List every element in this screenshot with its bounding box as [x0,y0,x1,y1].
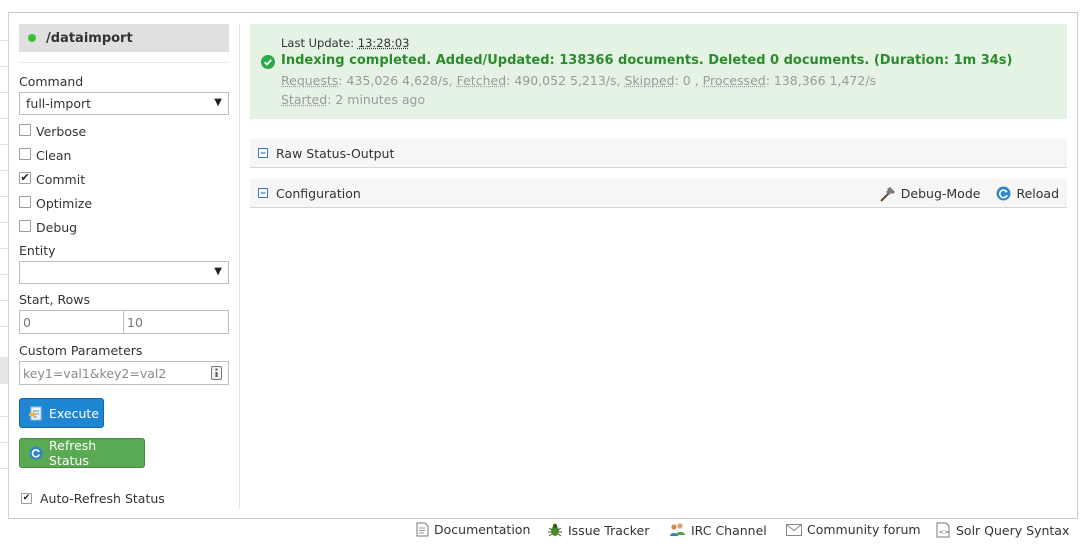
selected-nav-stub [0,357,8,384]
debug-checkbox[interactable]: Debug [19,219,78,235]
command-label: Command [19,74,84,89]
refresh-status-button[interactable]: Refresh Status [19,438,145,468]
fetched-value: : 490,052 5,213/s, [506,73,625,88]
refresh-icon [29,446,43,460]
checkbox-checked-icon[interactable]: ✔ [21,493,32,504]
execute-button[interactable]: Execute [19,398,104,428]
custom-params-label: Custom Parameters [19,343,143,358]
commit-checkbox[interactable]: ✔ Commit [19,171,86,187]
entity-label: Entity [19,243,56,258]
started-row: Started: 2 minutes ago [281,92,425,107]
started-value: : 2 minutes ago [327,92,426,107]
command-select[interactable]: full-import ▼ [19,92,229,115]
refresh-label: Refresh Status [49,438,97,468]
checkbox-icon[interactable] [19,123,31,136]
handler-panel: /dataimport [19,24,229,52]
rows-value: 10 [127,314,143,330]
configuration-section[interactable]: Configuration Debug-Mode Reload [250,179,1067,208]
raw-status-section[interactable]: Raw Status-Output [250,139,1067,168]
irc-channel-link[interactable]: IRC Channel [669,522,767,538]
reload-button[interactable]: Reload [996,186,1059,201]
last-update-label: Last Update: [281,36,355,50]
optimize-label: Optimize [36,196,93,211]
community-forum-label: Community forum [807,522,921,537]
configuration-title[interactable]: Configuration [276,186,361,201]
started-label: Started [281,92,328,107]
start-value: 0 [23,314,31,330]
skipped-value: : 0 , [674,73,703,88]
issue-tracker-label: Issue Tracker [568,522,650,538]
community-forum-link[interactable]: Community forum [786,522,921,537]
envelope-icon [786,523,802,536]
verbose-label: Verbose [36,124,87,139]
divider [19,62,229,63]
custom-params-placeholder: key1=val1&key2=val2 [23,365,167,381]
optimize-checkbox[interactable]: Optimize [19,195,93,211]
custom-params-input[interactable]: key1=val1&key2=val2 [19,361,229,385]
commit-label: Commit [36,172,86,187]
status-message: Indexing completed. Added/Updated: 13836… [281,53,1013,68]
debug-mode-label: Debug-Mode [900,186,981,201]
skipped-label: Skipped [624,73,675,88]
footer-links: Documentation Issue Tracker IRC Channel … [0,522,1091,542]
debug-mode-button[interactable]: Debug-Mode [879,186,981,202]
requests-value: : 435,026 4,628/s, [338,73,457,88]
issue-tracker-link[interactable]: Issue Tracker [547,522,649,538]
syntax-doc-icon: <> [936,522,950,538]
reload-label: Reload [1016,186,1059,201]
irc-channel-label: IRC Channel [691,522,767,538]
dropdown-caret-icon: ▼ [214,97,222,108]
processed-label: Processed [702,73,766,88]
param-help-icon[interactable] [211,366,222,383]
clean-checkbox[interactable]: Clean [19,147,72,163]
stats-row: Requests: 435,026 4,628/s, Fetched: 490,… [281,73,876,88]
handler-name: /dataimport [46,30,133,46]
people-icon [670,523,685,536]
reload-icon [997,186,1011,201]
status-dot-icon [28,34,36,42]
start-input[interactable]: 0 [19,310,124,334]
processed-value: : 138,366 1,472/s [765,73,877,88]
command-value: full-import [26,96,92,111]
raw-status-title[interactable]: Raw Status-Output [276,146,394,161]
checkbox-icon[interactable] [19,147,31,160]
clean-label: Clean [36,148,72,163]
checkbox-icon[interactable] [19,195,31,208]
execute-icon [29,406,43,421]
verbose-checkbox[interactable]: Verbose [19,123,87,139]
entity-select[interactable]: ▼ [19,261,229,284]
last-update-row: Last Update: 13:28:03 [281,36,409,50]
success-check-icon [261,55,275,72]
rows-input[interactable]: 10 [123,310,229,334]
handler-header[interactable]: /dataimport [19,24,229,52]
dropdown-caret-icon: ▼ [214,266,222,277]
documentation-link[interactable]: Documentation [416,522,530,537]
auto-refresh-checkbox[interactable]: ✔ Auto-Refresh Status [21,491,165,506]
vertical-divider [239,24,240,510]
requests-label: Requests [281,73,339,88]
checkbox-icon[interactable] [19,219,31,232]
checkbox-checked-icon[interactable]: ✔ [19,171,31,184]
start-rows-label: Start, Rows [19,292,90,307]
hammer-icon [880,186,895,202]
configuration-actions: Debug-Mode Reload [863,179,1059,208]
execute-label: Execute [49,405,99,421]
collapse-toggle-icon[interactable] [258,148,268,158]
debug-label: Debug [36,220,78,235]
document-icon [416,522,429,537]
last-update-time: 13:28:03 [357,36,410,50]
svg-text:<>: <> [939,529,949,536]
solr-query-syntax-label: Solr Query Syntax [956,522,1070,538]
solr-query-syntax-link[interactable]: <> Solr Query Syntax [936,522,1069,538]
bug-icon [548,523,562,537]
collapse-toggle-icon[interactable] [258,188,268,198]
documentation-label: Documentation [434,522,531,537]
import-status-panel: Last Update: 13:28:03 Indexing completed… [250,24,1067,119]
auto-refresh-label: Auto-Refresh Status [40,491,165,506]
fetched-label: Fetched [456,73,507,88]
